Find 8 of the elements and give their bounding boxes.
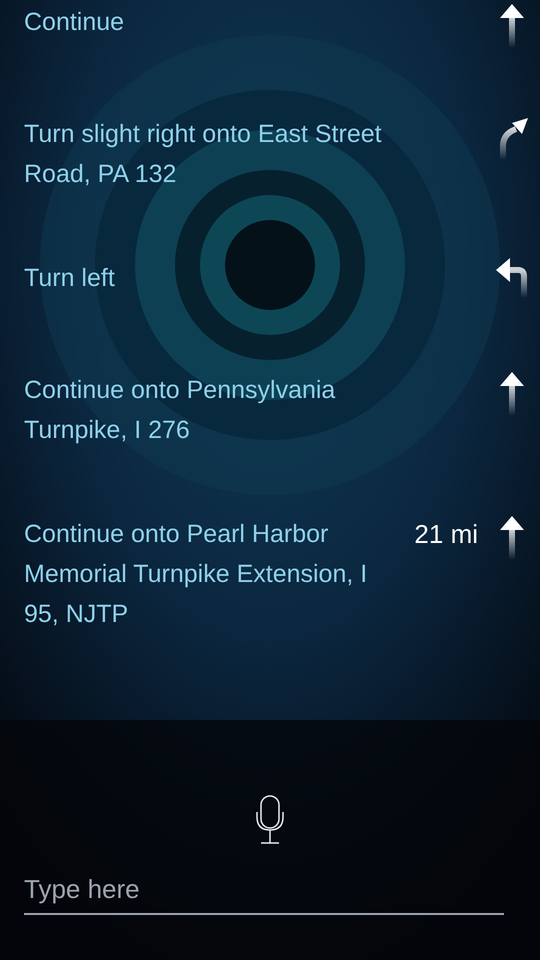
direction-text: Continue onto Pearl Harbor Memorial Turnpike Extension, I 95, NJTP — [24, 519, 368, 630]
distance-text: 21 mi — [414, 518, 479, 551]
message-input-field[interactable]: Type here — [24, 869, 504, 915]
microphone-icon[interactable] — [255, 795, 285, 845]
direction-text: Turn slight right onto East Street Road, PA 132 — [24, 119, 383, 190]
direction-text: Turn left — [24, 263, 116, 294]
direction-text: Continue onto Pennsylvania Turnpike, I 276 — [24, 375, 336, 446]
direction-text: Continue — [24, 7, 126, 38]
